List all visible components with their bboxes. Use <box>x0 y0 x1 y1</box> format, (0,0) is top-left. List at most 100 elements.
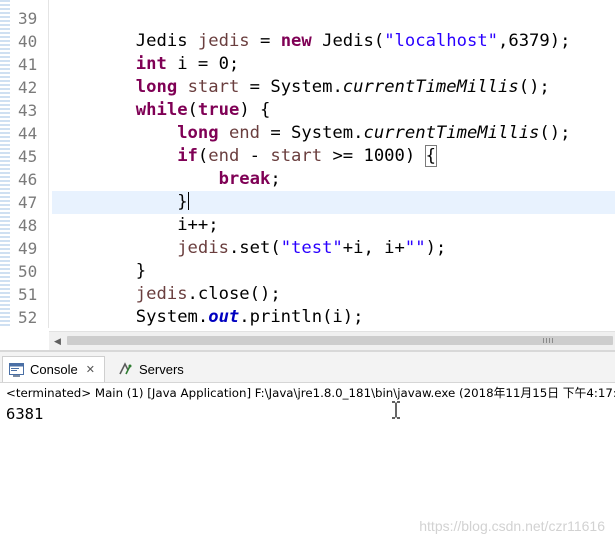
line-number: 51 <box>18 285 38 304</box>
close-icon[interactable]: ✕ <box>86 363 95 376</box>
horizontal-scrollbar[interactable]: ◀ <box>49 331 615 350</box>
code-text: Jedis jedis = new Jedis("localhost",6379… <box>53 30 571 53</box>
code-text: System.out.println(i); <box>53 306 364 328</box>
code-token: } <box>177 192 188 212</box>
line-number: 50 <box>18 262 38 281</box>
code-keyword: int <box>135 54 167 74</box>
code-token: ; <box>270 169 281 189</box>
scrollbar-grip <box>543 338 553 343</box>
code-line[interactable]: 52 System.out.println(i); <box>0 306 615 328</box>
matching-bracket: { <box>424 145 437 167</box>
code-token: i++; <box>177 215 219 235</box>
code-token: start <box>187 77 240 97</box>
code-token: end <box>208 146 240 166</box>
code-string: "localhost" <box>384 31 499 51</box>
code-token: .println(i); <box>239 307 364 327</box>
code-token: ( <box>197 146 209 166</box>
code-text: } <box>53 260 146 283</box>
code-line[interactable]: 50 } <box>0 260 615 283</box>
code-line-current[interactable]: 47 } <box>0 191 615 214</box>
text-caret <box>187 192 189 210</box>
console-output[interactable]: 6381 <box>6 403 43 425</box>
code-keyword: if <box>177 146 198 166</box>
code-keyword: new <box>280 31 312 51</box>
code-method: currentTimeMillis <box>363 123 540 143</box>
code-token: (); <box>518 77 550 97</box>
code-line[interactable]: 42 long start = System.currentTimeMillis… <box>0 76 615 99</box>
code-line[interactable]: 51 jedis.close(); <box>0 283 615 306</box>
code-token: = System. <box>260 123 364 143</box>
code-method: currentTimeMillis <box>342 77 519 97</box>
line-number: 45 <box>18 147 38 166</box>
scrollbar-thumb[interactable] <box>67 336 613 345</box>
code-token: ( <box>187 100 198 120</box>
code-token: - <box>239 146 271 166</box>
ibeam-cursor-icon <box>392 401 400 419</box>
code-line[interactable]: 46 break; <box>0 168 615 191</box>
line-number: 42 <box>18 78 38 97</box>
code-token: +i, i+ <box>342 238 405 258</box>
process-status: <terminated> Main (1) [Java Application]… <box>6 386 615 400</box>
code-text: long end = System.currentTimeMillis(); <box>53 122 570 145</box>
code-token: .close(); <box>187 284 281 304</box>
tab-console[interactable]: Console ✕ <box>2 356 105 382</box>
tab-label: Console <box>30 362 78 377</box>
line-number: 44 <box>18 124 38 143</box>
code-token: end <box>228 123 260 143</box>
code-token: .set( <box>228 238 281 258</box>
console-icon <box>9 362 24 377</box>
code-line[interactable]: 48 i++; <box>0 214 615 237</box>
code-field: out <box>208 307 240 327</box>
code-string: "" <box>404 238 426 258</box>
line-number: 52 <box>18 308 38 327</box>
code-keyword: long <box>135 77 178 97</box>
code-keyword: true <box>197 100 240 120</box>
line-number: 47 <box>18 193 38 212</box>
code-token: = System. <box>239 77 343 97</box>
code-token: = <box>249 31 281 51</box>
code-token: start <box>270 146 323 166</box>
code-token: jedis <box>197 31 250 51</box>
code-keyword: long <box>177 123 219 143</box>
line-number: 48 <box>18 216 38 235</box>
code-token: jedis <box>135 284 188 304</box>
line-number: 41 <box>18 55 38 74</box>
code-token: ) { <box>239 100 271 120</box>
code-token: System. <box>135 307 209 327</box>
code-text: if(end - start >= 1000) { <box>53 145 437 168</box>
code-text: jedis.set("test"+i, i+""); <box>53 237 446 260</box>
servers-icon <box>119 362 132 375</box>
code-text: int i = 0; <box>53 53 239 76</box>
line-number: 49 <box>18 239 38 258</box>
code-text: i++; <box>53 214 219 237</box>
code-string: "test" <box>280 238 343 258</box>
code-line[interactable]: 45 if(end - start >= 1000) { <box>0 145 615 168</box>
code-text: break; <box>53 168 281 191</box>
code-token: >= 1000) <box>322 146 426 166</box>
code-line[interactable]: 44 long end = System.currentTimeMillis()… <box>0 122 615 145</box>
line-number: 39 <box>18 9 38 28</box>
code-text: } <box>53 191 189 214</box>
code-editor[interactable]: 39 40 Jedis jedis = new Jedis("localhost… <box>0 0 615 328</box>
code-text: while(true) { <box>53 99 271 122</box>
code-line[interactable]: 40 Jedis jedis = new Jedis("localhost",6… <box>0 30 615 53</box>
code-line[interactable]: 39 <box>0 7 615 30</box>
tab-servers[interactable]: Servers <box>114 356 194 382</box>
code-token: } <box>135 261 147 281</box>
code-line[interactable]: 49 jedis.set("test"+i, i+""); <box>0 237 615 260</box>
code-token: Jedis <box>135 31 188 51</box>
code-text: long start = System.currentTimeMillis(); <box>53 76 550 99</box>
scroll-left-arrow-icon[interactable]: ◀ <box>49 332 66 350</box>
view-tab-bar: Console ✕ Servers <box>0 352 615 383</box>
code-token: i = 0; <box>166 54 240 74</box>
code-token: jedis <box>177 238 229 258</box>
code-token: Jedis( <box>311 31 385 51</box>
code-line[interactable]: 43 while(true) { <box>0 99 615 122</box>
code-token: ,6379); <box>498 31 571 51</box>
watermark: https://blog.csdn.net/czr11616 <box>419 518 605 534</box>
code-line[interactable]: 41 int i = 0; <box>0 53 615 76</box>
code-token: ); <box>425 238 447 258</box>
line-number: 43 <box>18 101 38 120</box>
code-keyword: while <box>135 100 188 120</box>
tab-label: Servers <box>139 361 184 377</box>
